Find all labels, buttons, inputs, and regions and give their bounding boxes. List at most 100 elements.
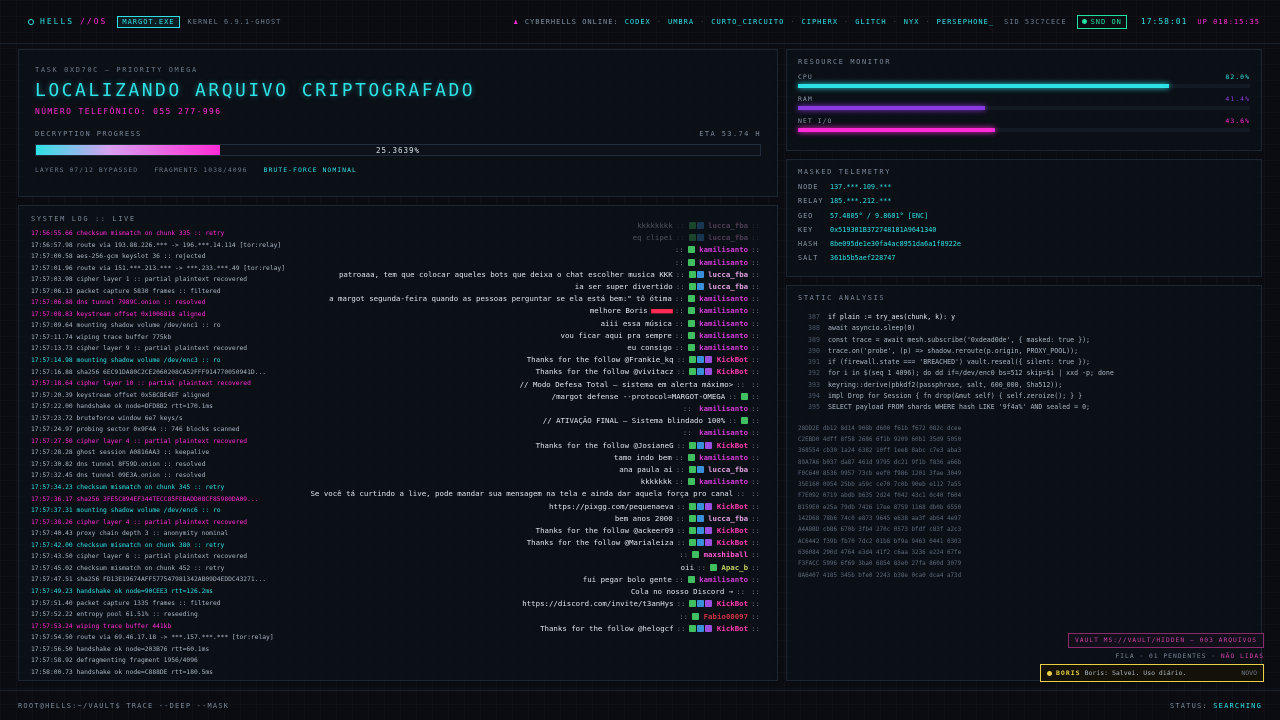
chat-text: kkkkkkk bbox=[640, 477, 672, 487]
chat-username[interactable]: KickBot bbox=[712, 502, 748, 511]
chat-text: vou ficar aqui pra sempre bbox=[560, 330, 672, 340]
chat-text: Thanks for the follow @Frankie_kq bbox=[526, 355, 674, 365]
logo-ring-icon bbox=[28, 18, 34, 25]
online-user[interactable]: NYX bbox=[904, 18, 920, 26]
chat-username[interactable]: Fabio00097 bbox=[699, 612, 749, 621]
chat-username[interactable]: kamilisanto bbox=[695, 453, 748, 462]
resource-cpu: CPU 82.0% bbox=[798, 73, 1250, 88]
chat-username[interactable]: maxshiball bbox=[699, 550, 749, 559]
chat-text: aiii essa música bbox=[600, 318, 672, 328]
session-id: SID 53C7CECE bbox=[1004, 17, 1067, 26]
chat-message: Thanks for the follow @Frankie_kq:: Kick… bbox=[303, 354, 763, 366]
telemetry-key: SALT bbox=[798, 254, 819, 263]
online-user[interactable]: GLITCH bbox=[855, 18, 886, 26]
moderator-badge-icon bbox=[687, 344, 695, 352]
chat-separator: :: bbox=[676, 367, 686, 377]
chat-separator: :: bbox=[751, 306, 760, 316]
chat-text: ia ser super divertido bbox=[574, 282, 673, 292]
toast-name: BORIS bbox=[1056, 669, 1081, 677]
chat-overlay[interactable]: kkkkkkkk:: lucca_fba:: eq clipei:: lucca_… bbox=[303, 220, 763, 635]
chat-separator: :: bbox=[751, 465, 760, 475]
hex-line: F7E092 0719 abdb b635 2d24 f042 43c1 0c4… bbox=[798, 493, 962, 500]
status: STATUS: SEARCHING bbox=[1170, 702, 1262, 710]
online-user[interactable]: PERSEPHONE_ bbox=[937, 18, 994, 26]
chat-separator: :: bbox=[674, 318, 684, 328]
chat-separator: :: bbox=[674, 294, 684, 304]
chat-username[interactable]: kamilisanto bbox=[695, 245, 748, 254]
chat-separator: :: bbox=[676, 440, 686, 450]
chat-separator: :: bbox=[676, 538, 686, 548]
telemetry-panel: MASKED TELEMETRY NODE 137.***.109.*** RELA… bbox=[786, 159, 1262, 277]
log-line: 17:58:00.73 handshake ok node=C888DE rtt… bbox=[31, 668, 213, 676]
resource-netio: NET I/O 43.6% bbox=[798, 117, 1250, 132]
chat-username[interactable]: kamilisanto bbox=[695, 575, 748, 584]
online-user[interactable]: UMBRA bbox=[668, 18, 694, 26]
chat-separator: :: bbox=[751, 245, 760, 255]
chat-username[interactable]: kamilisanto bbox=[695, 477, 748, 486]
notification-toast[interactable]: BORIS Boris: Salvei. Uso diário. NOVO bbox=[1040, 664, 1264, 682]
subscriber-badge-icon bbox=[696, 283, 704, 291]
chat-username[interactable]: KickBot bbox=[712, 624, 748, 633]
moderator-badge-icon bbox=[689, 539, 697, 547]
chat-text: // Modo Defesa Total — sistema em alerta… bbox=[519, 379, 734, 389]
chat-separator: :: bbox=[751, 550, 760, 560]
chat-text: Thanks for the follow @vivitacz bbox=[535, 367, 674, 377]
log-line: 17:57:47.51 sha256 FD13E19674AFF57754798… bbox=[31, 576, 267, 584]
online-user[interactable]: CIPHERX bbox=[802, 18, 839, 26]
hex-line: 636084 290d 4764 e3d4 41f2 c6aa 3236 e22… bbox=[798, 549, 962, 556]
chat-separator: :: bbox=[674, 452, 684, 462]
chat-username[interactable]: kamilisanto bbox=[695, 343, 748, 352]
log-line: 17:57:42.00 checksum mismatch on chunk 3… bbox=[31, 541, 225, 549]
log-line: 17:57:09.64 mounting shadow volume /dev/… bbox=[31, 322, 221, 330]
sound-status-icon bbox=[1081, 19, 1087, 24]
chat-username[interactable]: kamilisanto bbox=[695, 319, 748, 328]
chat-username[interactable]: lucca_fba bbox=[704, 270, 748, 279]
moderator-badge-icon bbox=[688, 466, 696, 474]
telemetry-row: RELAY 185.***.212.*** bbox=[798, 194, 1250, 208]
eta: ETA 53.74 H bbox=[699, 130, 761, 138]
hex-line: A4A8BD cb86 670b 3fb4 270c 0573 bfdf c83… bbox=[798, 527, 962, 534]
log-lines[interactable]: 17:56:55.66 checksum mismatch on chunk 3… bbox=[31, 228, 331, 678]
code-text: if plain := try_aes(chunk, k): y bbox=[828, 313, 956, 321]
moderator-badge-icon bbox=[689, 600, 697, 608]
command-prompt[interactable]: ROOT@HELLS:~/VAULT$ TRACE --DEEP --MASK bbox=[18, 702, 229, 710]
chat-username[interactable]: KickBot bbox=[712, 355, 748, 364]
chat-username[interactable]: KickBot bbox=[712, 441, 748, 450]
app-logo[interactable]: HELLS //OS bbox=[28, 17, 107, 26]
chat-username[interactable]: kamilisanto bbox=[695, 331, 748, 340]
chat-separator: :: bbox=[679, 550, 689, 560]
chat-username[interactable]: KickBot bbox=[712, 526, 748, 535]
chat-username[interactable]: kamilisanto bbox=[695, 428, 748, 437]
chat-username[interactable]: kamilisanto bbox=[695, 404, 748, 413]
chat-text: tamo indo bem bbox=[613, 452, 672, 462]
vault-link[interactable]: VAULT MS://VAULT/HIDDEN — 003 ARQUIVOS bbox=[1067, 633, 1264, 648]
online-user[interactable]: CURTO_CIRCUITO bbox=[711, 18, 784, 26]
chat-username[interactable]: lucca_fba bbox=[704, 282, 748, 291]
chat-username[interactable]: kamilisanto bbox=[695, 258, 748, 267]
online-user[interactable]: CODEX bbox=[625, 18, 651, 26]
hex-line: F0C640 8536 9957 73cb eef0 f986 1201 3fa… bbox=[798, 470, 962, 477]
chat-username[interactable]: KickBot bbox=[712, 538, 748, 547]
code-text: keyring::derive(pbkdf2(passphrase, salt,… bbox=[828, 380, 1063, 389]
chat-username[interactable]: kamilisanto bbox=[695, 306, 748, 315]
moderator-badge-icon bbox=[709, 563, 717, 571]
chat-username[interactable]: KickBot bbox=[712, 599, 748, 608]
chat-separator: :: bbox=[751, 440, 760, 450]
chat-message: // Modo Defesa Total — sistema em alerta… bbox=[303, 379, 763, 391]
chat-text: /margot defense --protocol=MARGOT-OMEGA bbox=[551, 391, 726, 401]
status-label: STATUS: bbox=[1169, 701, 1208, 710]
line-number: 390 bbox=[808, 346, 820, 355]
log-line: 17:57:16.88 sha256 6EC91DA80C2CE2060208C… bbox=[31, 368, 267, 376]
fragments-status: FRAGMENTS 1038/4096 bbox=[154, 166, 248, 174]
sound-toggle[interactable]: SND ON bbox=[1076, 14, 1127, 29]
chat-separator: :: bbox=[751, 416, 760, 426]
static-analysis-title: STATIC ANALYSIS bbox=[798, 294, 886, 302]
chat-username[interactable]: KickBot bbox=[712, 367, 748, 376]
chat-username[interactable]: Apac_b bbox=[717, 563, 748, 572]
chat-username[interactable]: lucca_fba bbox=[704, 233, 748, 242]
chat-username[interactable]: lucca_fba bbox=[704, 465, 748, 474]
chat-username[interactable]: lucca_fba bbox=[704, 514, 748, 523]
chat-username[interactable]: kamilisanto bbox=[695, 294, 748, 303]
chat-separator: :: bbox=[751, 611, 760, 621]
chat-username[interactable]: lucca_fba bbox=[704, 221, 748, 230]
